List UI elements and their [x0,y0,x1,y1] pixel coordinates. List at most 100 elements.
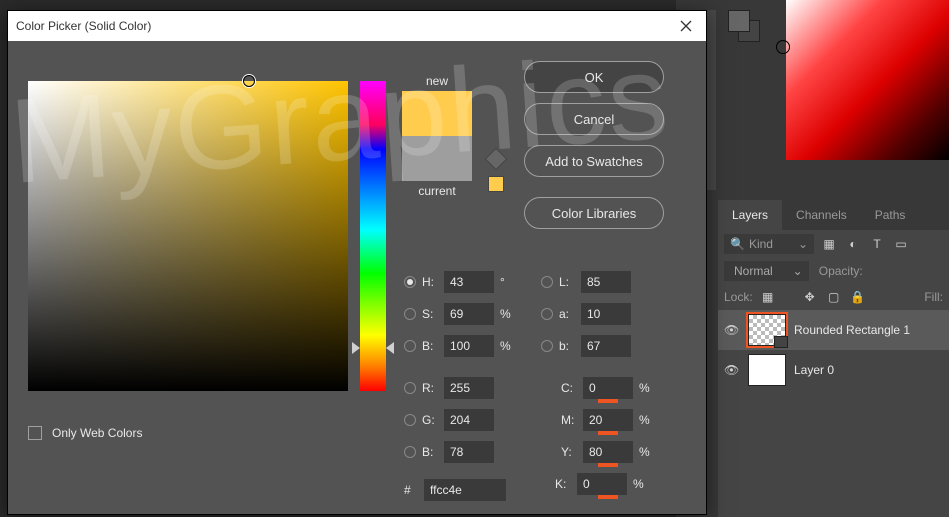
b-label: B: [422,339,444,353]
s-radio[interactable] [404,308,416,320]
saturation-value-field[interactable] [28,81,348,391]
filter-ribbon: 🔍Kind⌄ ▦ ◐ T ▭ [718,230,949,258]
opacity-label: Opacity: [819,264,863,278]
blend-mode-select[interactable]: Normal⌄ [724,261,809,281]
filter-pixel-icon[interactable]: ▦ [820,235,838,253]
tab-paths[interactable]: Paths [861,200,920,230]
web-colors-checkbox-row[interactable]: Only Web Colors [28,426,142,440]
current-label: current [402,184,472,198]
hue-pointer-left-icon [352,342,360,354]
cancel-button[interactable]: Cancel [524,103,664,135]
tab-channels[interactable]: Channels [782,200,861,230]
y-input[interactable] [583,441,633,463]
lock-artboard-icon[interactable]: ▢ [825,288,843,306]
layer-thumbnail[interactable] [748,354,786,386]
l-input[interactable] [581,271,631,293]
kind-label: Kind [749,237,773,251]
c-input[interactable] [583,377,633,399]
new-label: new [402,74,472,88]
hue-slider[interactable] [360,81,386,391]
bb-input[interactable] [581,335,631,357]
red-mark [598,431,618,435]
r-radio[interactable] [404,382,416,394]
r-label: R: [422,381,444,395]
h-label: H: [422,275,444,289]
blend-ribbon: Normal⌄ Opacity: [718,258,949,284]
layer-name[interactable]: Rounded Rectangle 1 [794,323,910,337]
layer-name[interactable]: Layer 0 [794,363,834,377]
tab-layers[interactable]: Layers [718,200,782,230]
color-libraries-button[interactable]: Color Libraries [524,197,664,229]
visibility-icon[interactable]: 👁 [724,323,740,337]
dialog-buttons: OK Cancel Add to Swatches Color Librarie… [524,61,664,239]
rgb-b-input[interactable] [444,441,494,463]
h-input[interactable] [444,271,494,293]
hex-row: # [404,479,506,501]
ok-button[interactable]: OK [524,61,664,93]
a-label: a: [559,307,581,321]
close-button[interactable] [674,14,698,38]
b-value-input[interactable] [444,335,494,357]
color-preview: new current [402,71,472,201]
layer-thumbnail[interactable] [748,314,786,346]
lock-label: Lock: [724,290,753,304]
cube-icon[interactable] [485,148,508,171]
k-unit: % [633,477,648,491]
b-unit: % [500,339,515,353]
a-radio[interactable] [541,308,553,320]
nearest-web-color-swatch[interactable] [488,176,504,192]
kind-filter[interactable]: 🔍Kind⌄ [724,234,814,254]
k-input[interactable] [577,473,627,495]
s-label: S: [422,307,444,321]
m-unit: % [639,413,654,427]
dialog-titlebar: Color Picker (Solid Color) [8,11,706,41]
filter-type-icon[interactable]: T [868,235,886,253]
l-radio[interactable] [541,276,553,288]
rgb-b-label: B: [422,445,444,459]
foreground-color-swatch[interactable] [728,10,750,32]
color-swatches[interactable] [728,10,768,40]
add-swatches-button[interactable]: Add to Swatches [524,145,664,177]
lock-all-icon[interactable]: 🔒 [849,288,867,306]
gradient-preview [786,0,949,160]
y-label: Y: [561,445,583,459]
g-input[interactable] [444,409,494,431]
blend-mode-value: Normal [734,264,773,278]
s-input[interactable] [444,303,494,325]
h-unit: ° [500,275,515,289]
hue-pointer-right-icon [386,342,394,354]
color-picker-dialog: Color Picker (Solid Color) new current O… [7,10,707,515]
c-label: C: [561,381,583,395]
red-mark [598,495,618,499]
red-mark [598,463,618,467]
layer-row-1[interactable]: 👁 Layer 0 [718,350,949,390]
k-label: K: [555,477,577,491]
filter-shape-icon[interactable]: ▭ [892,235,910,253]
filter-adjust-icon[interactable]: ◐ [844,235,862,253]
current-color-swatch[interactable] [402,136,472,181]
m-input[interactable] [583,409,633,431]
rgb-b-radio[interactable] [404,446,416,458]
bb-label: b: [559,339,581,353]
bb-radio[interactable] [541,340,553,352]
new-color-swatch[interactable] [402,91,472,136]
shape-badge-icon [774,336,788,348]
a-input[interactable] [581,303,631,325]
h-radio[interactable] [404,276,416,288]
l-label: L: [559,275,581,289]
dialog-title: Color Picker (Solid Color) [16,19,674,33]
y-unit: % [639,445,654,459]
web-colors-checkbox[interactable] [28,426,42,440]
visibility-icon[interactable]: 👁 [724,363,740,377]
g-radio[interactable] [404,414,416,426]
panel-tabs: Layers Channels Paths [718,200,949,230]
lock-pixels-icon[interactable]: ▦ [759,288,777,306]
r-input[interactable] [444,377,494,399]
sv-cursor[interactable] [243,75,255,87]
circle-marker [776,40,790,54]
lock-position-icon[interactable]: ✥ [801,288,819,306]
b-radio[interactable] [404,340,416,352]
layer-row-0[interactable]: 👁 Rounded Rectangle 1 [718,310,949,350]
lock-ribbon: Lock: ▦ ✥ ▢ 🔒 Fill: [718,284,949,310]
hex-input[interactable] [424,479,506,501]
